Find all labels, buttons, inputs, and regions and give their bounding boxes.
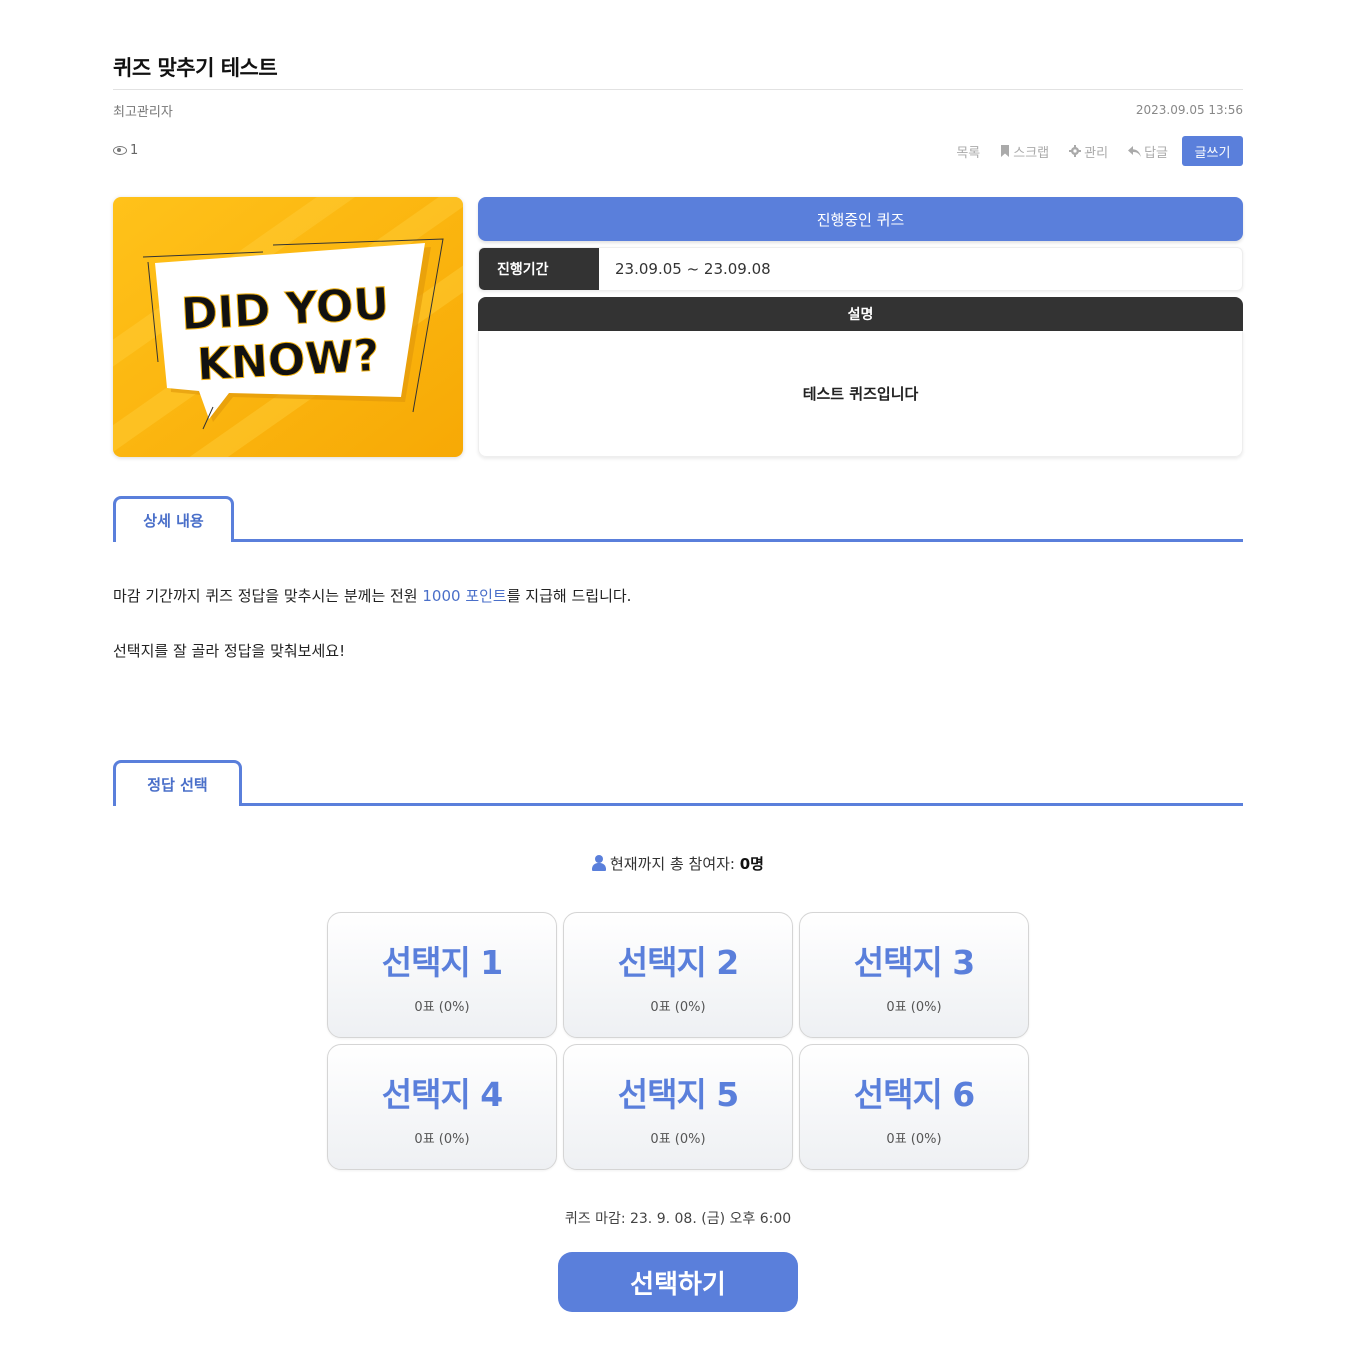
choice-name: 선택지 2	[617, 942, 740, 982]
tab-detail[interactable]: 상세 내용	[113, 496, 234, 542]
content-text: 를 지급해 드립니다.	[506, 587, 632, 605]
choice-votes: 0표 (0%)	[414, 999, 470, 1015]
choice-name: 선택지 1	[381, 942, 504, 982]
tab-answer[interactable]: 정답 선택	[113, 760, 242, 806]
choice-name: 선택지 6	[853, 1074, 976, 1114]
did-you-know-illustration: DID YOU KNOW?	[113, 197, 463, 457]
scrap-label: 스크랩	[1013, 145, 1050, 161]
quiz-period: 진행기간 23.09.05 ~ 23.09.08	[478, 247, 1243, 291]
content-paragraph-2: 선택지를 잘 골라 정답을 맞춰보세요!	[113, 642, 346, 660]
choice-name: 선택지 3	[853, 942, 976, 982]
list-button[interactable]: 목록	[956, 142, 980, 161]
choice-votes: 0표 (0%)	[650, 999, 706, 1015]
gear-icon	[1069, 145, 1082, 157]
choice-votes: 0표 (0%)	[886, 1131, 942, 1147]
period-label: 진행기간	[479, 248, 599, 290]
points-highlight: 1000 포인트	[422, 587, 507, 605]
quiz-banner-image: DID YOU KNOW?	[113, 197, 463, 457]
post-date: 2023.09.05 13:56	[1135, 103, 1243, 117]
view-count-value: 1	[130, 143, 139, 158]
view-count: 1	[113, 143, 138, 158]
post-title: 퀴즈 맞추기 테스트	[113, 56, 278, 80]
choice-card-1[interactable]: 선택지 1 0표 (0%)	[327, 912, 557, 1038]
description-body: 테스트 퀴즈입니다	[478, 331, 1243, 457]
choice-name: 선택지 4	[381, 1074, 504, 1114]
eye-icon	[113, 146, 127, 155]
choice-name: 선택지 5	[617, 1074, 740, 1114]
reply-label: 답글	[1144, 145, 1168, 161]
tab-underline	[113, 803, 1243, 806]
bookmark-icon	[1001, 145, 1010, 157]
choice-card-3[interactable]: 선택지 3 0표 (0%)	[799, 912, 1029, 1038]
choice-card-5[interactable]: 선택지 5 0표 (0%)	[563, 1044, 793, 1170]
answer-tab-row: 정답 선택	[113, 760, 1243, 806]
submit-choice-button[interactable]: 선택하기	[558, 1252, 798, 1312]
post-actions: 목록 스크랩 관리 답글 글쓰기	[956, 136, 1243, 166]
participant-label: 현재까지 총 참여자:	[609, 855, 740, 873]
period-value: 23.09.05 ~ 23.09.08	[615, 260, 771, 278]
choice-votes: 0표 (0%)	[414, 1131, 470, 1147]
scrap-button[interactable]: 스크랩	[1000, 142, 1049, 161]
content-text: 마감 기간까지 퀴즈 정답을 맞추시는 분께는 전원	[113, 587, 423, 605]
choice-card-6[interactable]: 선택지 6 0표 (0%)	[799, 1044, 1029, 1170]
user-icon	[591, 855, 606, 871]
post-author: 최고관리자	[113, 105, 173, 120]
reply-button[interactable]: 답글	[1128, 142, 1168, 161]
reply-icon	[1128, 145, 1142, 157]
choice-grid: 선택지 1 0표 (0%) 선택지 2 0표 (0%) 선택지 3 0표 (0%…	[327, 912, 1029, 1170]
manage-label: 관리	[1084, 145, 1109, 161]
tab-underline	[113, 539, 1243, 542]
participant-value: 0명	[739, 855, 764, 873]
content-paragraph-1: 마감 기간까지 퀴즈 정답을 맞추시는 분께는 전원 1000 포인트를 지급해…	[113, 585, 631, 606]
choice-card-2[interactable]: 선택지 2 0표 (0%)	[563, 912, 793, 1038]
description-header: 설명	[478, 297, 1243, 331]
manage-button[interactable]: 관리	[1069, 142, 1108, 161]
quiz-deadline: 퀴즈 마감: 23. 9. 08. (금) 오후 6:00	[564, 1211, 792, 1227]
detail-tab-row: 상세 내용	[113, 496, 1243, 542]
choice-votes: 0표 (0%)	[886, 999, 942, 1015]
choice-card-4[interactable]: 선택지 4 0표 (0%)	[327, 1044, 557, 1170]
quiz-status-badge: 진행중인 퀴즈	[478, 197, 1243, 241]
quiz-info-panel: 진행중인 퀴즈 진행기간 23.09.05 ~ 23.09.08 설명 테스트 …	[478, 197, 1243, 457]
title-divider	[113, 89, 1243, 90]
choice-votes: 0표 (0%)	[650, 1131, 706, 1147]
write-button[interactable]: 글쓰기	[1182, 136, 1243, 166]
list-label: 목록	[956, 145, 981, 161]
banner-line-2: KNOW?	[196, 330, 381, 390]
participant-count: 현재까지 총 참여자: 0명	[113, 853, 1243, 874]
